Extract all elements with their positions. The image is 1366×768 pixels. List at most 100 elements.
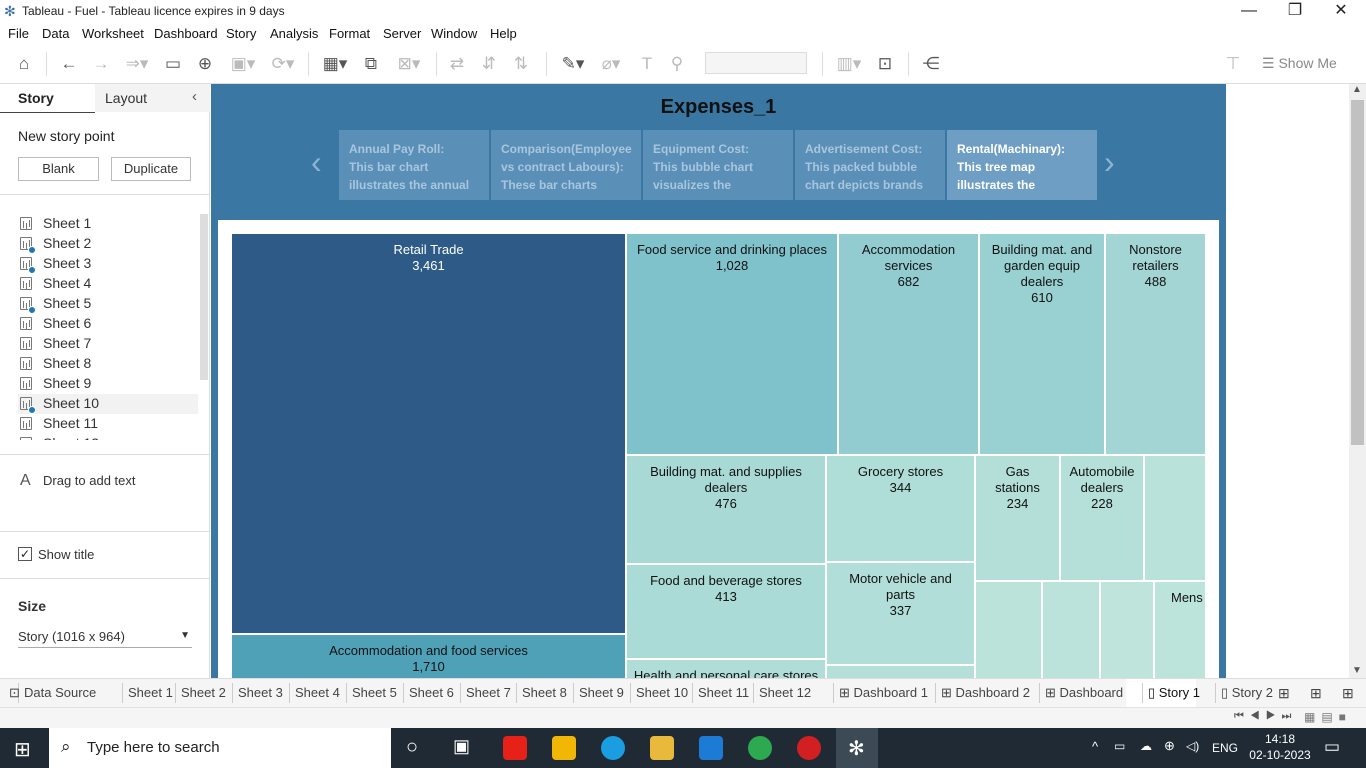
pause-updates-icon[interactable]: ▣▾ (226, 54, 260, 74)
sheet-list-item[interactable]: Sheet 2 (18, 234, 198, 254)
refresh-icon[interactable]: ⟳▾ (266, 54, 300, 74)
pin-icon[interactable]: ⚲ (666, 54, 688, 74)
navigate-sheets-icon[interactable]: ⏮◀▶⏭ (1234, 710, 1297, 723)
story-point[interactable]: Equipment Cost: This bubble chart visualiz… (643, 130, 793, 200)
menu-worksheet[interactable]: Worksheet (82, 26, 144, 41)
scrollbar-thumb[interactable] (1351, 100, 1364, 445)
bottom-tab[interactable]: Sheet 5 (352, 685, 397, 700)
undo-icon[interactable]: ← (58, 54, 80, 74)
treemap-cell[interactable]: Food service and drinking places 1,028 (626, 233, 838, 455)
menu-story[interactable]: Story (226, 26, 256, 41)
menu-server[interactable]: Server (383, 26, 421, 41)
menu-file[interactable]: File (8, 26, 29, 41)
view-mode-icon[interactable]: ▦▤■ (1304, 710, 1352, 724)
edge-icon[interactable] (601, 736, 625, 760)
menu-window[interactable]: Window (431, 26, 477, 41)
cards-icon[interactable]: ▥▾ (832, 54, 866, 74)
story-point[interactable]: Advertisement Cost: This packed bubble cha… (795, 130, 945, 200)
size-dropdown[interactable]: Story (1016 x 964) ▼ (18, 628, 192, 648)
treemap-cell[interactable] (1100, 581, 1154, 678)
duplicate-button[interactable]: Duplicate (111, 157, 191, 181)
volume-icon[interactable]: ◁) (1186, 739, 1199, 753)
scroll-up-icon[interactable]: ▲ (1352, 84, 1362, 95)
menu-format[interactable]: Format (329, 26, 370, 41)
sheet-list-item[interactable]: Sheet 10 (18, 394, 198, 414)
bottom-tab[interactable]: Sheet 11 (698, 685, 749, 700)
duplicate-sheet-icon[interactable]: ⧉ (360, 54, 382, 74)
new-worksheet-icon[interactable]: ▦▾ (318, 54, 352, 74)
language-indicator[interactable]: ENG (1212, 741, 1238, 755)
story-point[interactable]: Comparison(Employee vs contract Labours):… (491, 130, 641, 200)
bottom-tab[interactable]: Sheet 6 (409, 685, 454, 700)
redo-icon[interactable]: → (90, 54, 112, 74)
bottom-tab[interactable]: Sheet 7 (466, 685, 511, 700)
tab-story[interactable]: Story (18, 90, 54, 106)
mail-icon[interactable] (699, 736, 723, 760)
bottom-tab[interactable]: ⊞ Dashboard 3 (1045, 685, 1134, 701)
clock-date[interactable]: 02-10-2023 (1240, 748, 1320, 762)
treemap-cell[interactable]: Retail Trade 3,461 (231, 233, 626, 634)
youtube-icon[interactable] (503, 736, 527, 760)
restore-icon[interactable]: ❐ (1272, 0, 1318, 24)
menu-data[interactable]: Data (42, 26, 69, 41)
cortana-icon[interactable]: ○ (406, 736, 418, 759)
new-story-tab-icon[interactable]: ⊞ (1342, 685, 1354, 702)
sheet-list-item[interactable]: Sheet 11 (18, 414, 198, 434)
swap-icon[interactable]: ⇄ (446, 54, 468, 74)
sheet-list-item[interactable]: Sheet 9 (18, 374, 198, 394)
new-dashboard-tab-icon[interactable]: ⊞ (1310, 685, 1322, 702)
treemap-cell[interactable]: Building mat. and supplies dealers 476 (626, 455, 826, 564)
task-view-icon[interactable]: ▣ (453, 736, 470, 757)
taskbar-search[interactable]: ⌕ Type here to search (49, 728, 391, 768)
show-me-button[interactable]: ☰ Show Me (1262, 55, 1337, 72)
sort-descending-icon[interactable]: ⇅ (510, 54, 532, 74)
drag-to-add-text[interactable]: Drag to add text (43, 473, 136, 488)
menu-dashboard[interactable]: Dashboard (154, 26, 218, 41)
treemap-cell[interactable]: Nonstore retailers 488 (1105, 233, 1206, 455)
bottom-tab[interactable]: ⊞ Dashboard 2 (941, 685, 1030, 701)
treemap-cell[interactable]: Mens (1154, 581, 1206, 678)
bottom-tab[interactable]: Sheet 2 (181, 685, 226, 700)
treemap-cell[interactable]: Accommodation services 682 (838, 233, 979, 455)
bottom-tab[interactable]: Sheet 12 (759, 685, 811, 700)
pin-toolbar-icon[interactable]: ⊤ (1222, 54, 1244, 74)
presentation-mode-icon[interactable]: ⊡ (874, 54, 896, 74)
save-icon[interactable]: ▭ (162, 54, 184, 74)
treemap-cell[interactable] (1144, 455, 1206, 581)
chrome-icon[interactable] (748, 736, 772, 760)
windows-start-icon[interactable]: ⊞ (14, 737, 31, 762)
minimize-icon[interactable]: — (1226, 0, 1272, 24)
store-icon[interactable] (552, 736, 576, 760)
share-icon[interactable]: ⋲ (920, 54, 942, 74)
label-icon[interactable]: T (636, 54, 658, 74)
scroll-down-icon[interactable]: ▼ (1352, 665, 1362, 676)
treemap-cell[interactable] (826, 665, 975, 678)
sort-ascending-icon[interactable]: ⇵ (478, 54, 500, 74)
bottom-tab[interactable]: Sheet 9 (579, 685, 624, 700)
tableau-taskbar-icon[interactable]: ✻ (836, 728, 878, 768)
sheet-list-item[interactable]: Sheet 6 (18, 314, 198, 334)
sheet-list-item[interactable]: Sheet 3 (18, 254, 198, 274)
treemap-cell[interactable]: Automobile dealers 228 (1060, 455, 1144, 581)
sheet-list-item[interactable]: Sheet 5 (18, 294, 198, 314)
treemap-cell[interactable] (975, 581, 1042, 678)
treemap-cell[interactable]: Building mat. and garden equip dealers 61… (979, 233, 1105, 455)
treemap-cell[interactable]: Gas stations 234 (975, 455, 1060, 581)
weather-icon[interactable]: ☁ (1140, 739, 1152, 753)
menu-help[interactable]: Help (490, 26, 517, 41)
sheet-list-item[interactable]: Sheet 7 (18, 334, 198, 354)
opera-icon[interactable] (797, 736, 821, 760)
bottom-tab[interactable]: Sheet 1 (128, 685, 173, 700)
highlight-icon[interactable]: ✎▾ (556, 54, 590, 74)
sheet-list-item[interactable]: Sheet 1 (18, 214, 198, 234)
replay-icon[interactable]: ⇒▾ (120, 54, 154, 74)
sheets-scrollbar[interactable] (200, 214, 208, 380)
treemap-chart[interactable]: Retail Trade 3,461 Accommodation and food … (231, 233, 1206, 678)
bottom-tab[interactable]: ▯ Story 2 (1221, 685, 1273, 701)
battery-icon[interactable]: ▭ (1114, 739, 1125, 753)
bottom-tab[interactable]: Sheet 10 (636, 685, 688, 700)
previous-point-icon[interactable]: ‹ (311, 144, 322, 181)
bottom-tab[interactable]: Data Source (24, 685, 96, 700)
show-title-checkbox[interactable]: ✓ (18, 547, 32, 561)
bottom-tab[interactable]: ⊞ Dashboard 1 (839, 685, 928, 701)
